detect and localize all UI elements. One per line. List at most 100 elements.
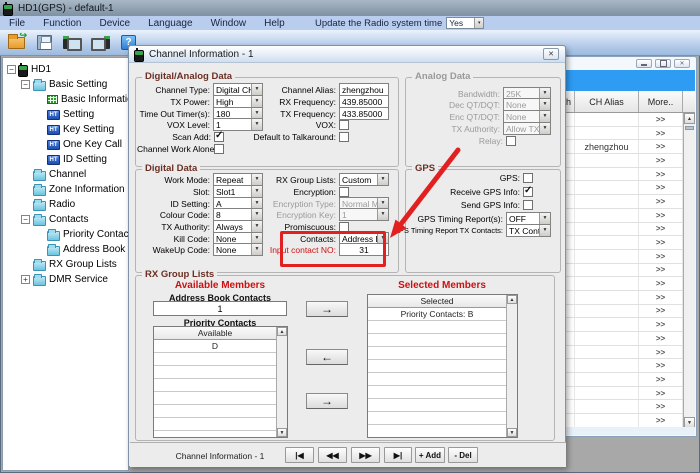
read-from-radio-button[interactable] — [61, 32, 84, 54]
selected-list-item[interactable] — [368, 347, 506, 360]
chevron-down-icon[interactable]: ▼ — [377, 174, 388, 185]
dialog-titlebar[interactable]: Channel Information - 1 ✕ — [129, 46, 565, 63]
promiscuous-checkbox[interactable] — [339, 221, 349, 232]
minimize-button-icon[interactable] — [636, 59, 652, 68]
move-right-button[interactable]: → — [306, 301, 348, 317]
move-right-button-2[interactable]: → — [306, 393, 348, 409]
selected-list-scrollbar[interactable]: ▲ ▼ — [506, 295, 517, 437]
nav-last-button[interactable]: ▶| — [384, 447, 412, 463]
gps-checkbox[interactable] — [523, 172, 533, 183]
available-list-item[interactable] — [154, 353, 276, 366]
channel-cell-more[interactable]: >> — [639, 318, 683, 331]
tree-node-hd1[interactable]: − HD1 — [3, 62, 128, 77]
scan-add-checkbox[interactable] — [214, 130, 224, 142]
tree-expander-icon[interactable]: + — [21, 275, 30, 284]
available-list-item[interactable] — [154, 431, 276, 437]
channel-cell-more[interactable]: >> — [639, 195, 683, 208]
channel-cell-more[interactable]: >> — [639, 400, 683, 414]
channel-cell-more[interactable]: >> — [639, 113, 683, 126]
menu-window[interactable]: Window — [202, 18, 256, 29]
selected-list-item[interactable] — [368, 399, 506, 412]
tree-node-id-setting[interactable]: HT ID Setting — [3, 152, 128, 167]
channel-cell-more[interactable]: >> — [639, 304, 683, 318]
menu-file[interactable]: File — [0, 18, 34, 29]
del-button[interactable]: - Del — [448, 447, 478, 463]
input-contact-no-input[interactable]: 31 — [339, 243, 389, 256]
nav-previous-button[interactable]: ◀◀ — [318, 447, 347, 463]
channel-cell-more[interactable]: >> — [639, 345, 683, 359]
channel-cell-more[interactable]: >> — [639, 126, 683, 140]
scroll-thumb[interactable] — [685, 126, 694, 130]
scroll-up-icon[interactable]: ▲ — [684, 113, 695, 124]
channel-cell-more[interactable]: >> — [639, 359, 683, 373]
channel-cell-more[interactable]: >> — [639, 373, 683, 386]
scroll-up-icon[interactable]: ▲ — [277, 327, 287, 336]
update-radio-time-select[interactable]: Yes ▾ — [446, 17, 485, 29]
encryption-checkbox[interactable] — [339, 186, 349, 197]
channel-cell-more[interactable]: >> — [639, 154, 683, 167]
selected-list-item[interactable] — [368, 425, 506, 437]
channel-cell-more[interactable]: >> — [639, 263, 683, 277]
channel-cell-more[interactable]: >> — [639, 208, 683, 222]
available-list-item[interactable] — [154, 405, 276, 418]
add-button[interactable]: + Add — [415, 447, 445, 463]
write-to-radio-button[interactable] — [89, 32, 112, 54]
channel-cell-more[interactable]: >> — [639, 386, 683, 400]
scroll-up-icon[interactable]: ▲ — [507, 295, 517, 304]
available-list-item[interactable] — [154, 392, 276, 405]
tree-node-basic-information[interactable]: Basic Information — [3, 92, 128, 107]
selected-list-item[interactable] — [368, 412, 506, 425]
tree-node-key-setting[interactable]: HT Key Setting — [3, 122, 128, 137]
tree-node-contacts[interactable]: − Contacts — [3, 212, 128, 227]
channel-cell-more[interactable]: >> — [639, 236, 683, 249]
tree-node-zone-information[interactable]: Zone Information — [3, 182, 128, 197]
scroll-down-icon[interactable]: ▼ — [507, 428, 517, 437]
move-left-button[interactable]: ← — [306, 349, 348, 365]
available-list-item[interactable] — [154, 418, 276, 431]
open-file-button[interactable] — [5, 30, 28, 54]
tree-expander-icon[interactable]: − — [21, 215, 30, 224]
titlebar[interactable]: HD1(GPS) - default-1 — [0, 0, 700, 16]
scroll-down-icon[interactable]: ▼ — [277, 428, 287, 437]
channel-cell-more[interactable]: >> — [639, 140, 683, 154]
tree-node-basic-setting[interactable]: − Basic Setting — [3, 77, 128, 92]
tree-expander-icon[interactable]: − — [21, 80, 30, 89]
receive-gps-info-checkbox[interactable] — [523, 185, 533, 197]
available-list-item[interactable]: D — [154, 340, 276, 353]
selected-list-item[interactable] — [368, 321, 506, 334]
available-list-item[interactable] — [154, 379, 276, 392]
menu-function[interactable]: Function — [34, 18, 90, 29]
vox-checkbox[interactable] — [339, 119, 349, 130]
selected-list-item[interactable] — [368, 373, 506, 386]
column-header-ch-alias[interactable]: CH Alias — [575, 91, 639, 112]
selected-list-item[interactable] — [368, 360, 506, 373]
chevron-down-icon[interactable]: ▾ — [474, 18, 484, 28]
menu-language[interactable]: Language — [139, 18, 202, 29]
tree-node-one-key-call[interactable]: HT One Key Call — [3, 137, 128, 152]
nav-first-button[interactable]: |◀ — [285, 447, 314, 463]
available-list-item[interactable] — [154, 366, 276, 379]
tree-node-rx-group-lists[interactable]: RX Group Lists — [3, 257, 128, 272]
save-button[interactable] — [33, 32, 56, 54]
tree-node-channel[interactable]: Channel — [3, 167, 128, 182]
menu-device[interactable]: Device — [90, 18, 139, 29]
channel-cell-more[interactable]: >> — [639, 414, 683, 427]
channel-cell-more[interactable]: >> — [639, 332, 683, 345]
channel-cell-more[interactable]: >> — [639, 222, 683, 236]
selected-list-item[interactable]: Priority Contacts: B — [368, 308, 506, 321]
dialog-close-button[interactable]: ✕ — [543, 48, 559, 60]
close-button-icon[interactable] — [674, 59, 690, 68]
selected-list-item[interactable] — [368, 386, 506, 399]
menu-help[interactable]: Help — [255, 18, 294, 29]
channel-cell-more[interactable]: >> — [639, 249, 683, 263]
maximize-button-icon[interactable] — [655, 59, 671, 68]
tree-node-setting[interactable]: HT Setting — [3, 107, 128, 122]
nav-next-button[interactable]: ▶▶ — [351, 447, 380, 463]
address-book-contacts-field[interactable]: 1 — [153, 301, 287, 316]
tree-node-radio[interactable]: Radio — [3, 197, 128, 212]
column-header-more[interactable]: More.. — [639, 91, 683, 112]
default-to-talkaround-checkbox[interactable] — [339, 131, 349, 142]
available-list-scrollbar[interactable]: ▲ ▼ — [276, 327, 287, 437]
channel-cell-more[interactable]: >> — [639, 181, 683, 195]
channel-cell-more[interactable]: >> — [639, 277, 683, 290]
